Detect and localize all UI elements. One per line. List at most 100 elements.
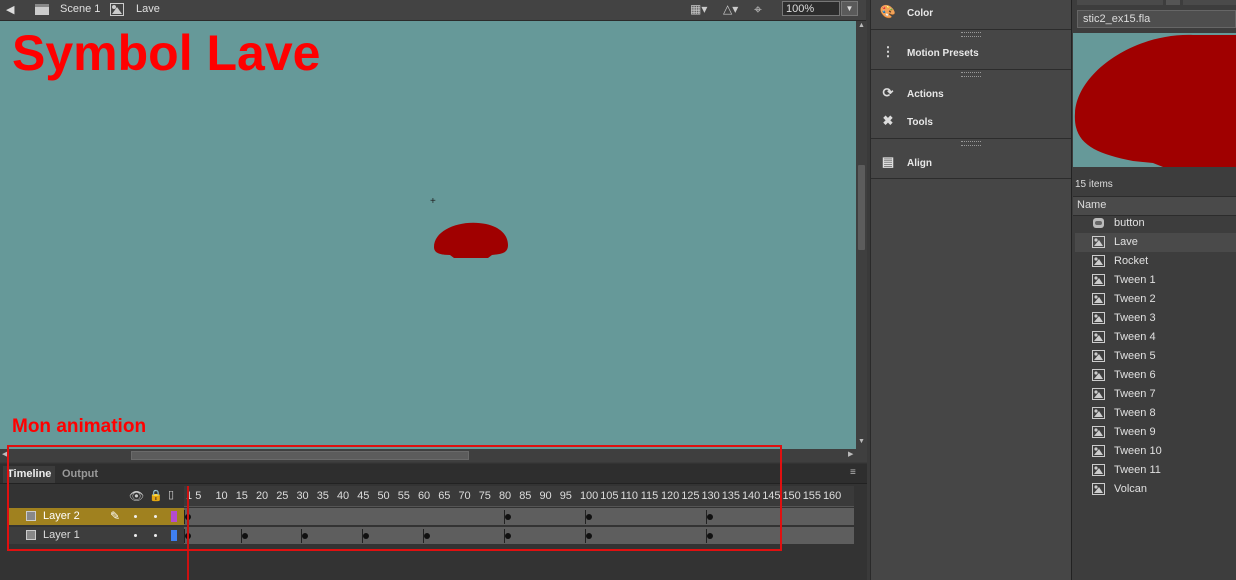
library-item[interactable]: button bbox=[1075, 214, 1236, 233]
lava-shape[interactable] bbox=[428, 217, 512, 263]
graphic-icon bbox=[1092, 426, 1105, 438]
library-column-header[interactable]: Name bbox=[1073, 196, 1236, 216]
library-item-label: Tween 5 bbox=[1114, 350, 1156, 362]
library-item-label: Lave bbox=[1114, 236, 1138, 248]
divider bbox=[871, 69, 1071, 70]
vertical-scroll-thumb[interactable] bbox=[858, 165, 865, 250]
library-item[interactable]: Volcan bbox=[1075, 480, 1236, 499]
graphic-icon bbox=[1092, 255, 1105, 267]
graphic-icon bbox=[1092, 350, 1105, 362]
scene-icon bbox=[35, 4, 49, 15]
library-item-label: Tween 4 bbox=[1114, 331, 1156, 343]
color-panel-label: Color bbox=[907, 8, 934, 19]
library-item-label: Tween 6 bbox=[1114, 369, 1156, 381]
scroll-down-icon[interactable]: ▼ bbox=[858, 438, 865, 445]
align-label: Align bbox=[907, 158, 932, 169]
graphic-icon bbox=[1092, 464, 1105, 476]
zoom-dropdown-icon[interactable]: ▼ bbox=[841, 1, 858, 16]
library-item[interactable]: Tween 9 bbox=[1075, 423, 1236, 442]
library-file-select[interactable]: stic2_ex15.fla bbox=[1077, 10, 1236, 28]
library-item[interactable]: Tween 5 bbox=[1075, 347, 1236, 366]
column-name-label: Name bbox=[1077, 199, 1107, 211]
stage[interactable]: + bbox=[0, 21, 856, 449]
actions-icon: ⟳ bbox=[882, 85, 894, 100]
edit-bar: ◀ Scene 1 Lave ▦▾ △▾ ⌖ 100% ▼ bbox=[0, 0, 866, 21]
graphic-icon bbox=[1092, 312, 1105, 324]
graphic-icon bbox=[1092, 445, 1105, 457]
center-stage-icon[interactable]: ⌖ bbox=[754, 1, 762, 18]
button-icon bbox=[1093, 218, 1104, 228]
align-icon: ▤ bbox=[881, 154, 895, 169]
grip-handle[interactable] bbox=[961, 141, 981, 146]
motion-presets-icon: ⋮ bbox=[881, 44, 895, 59]
registration-point-icon: + bbox=[430, 196, 436, 207]
graphic-icon bbox=[1092, 407, 1105, 419]
tools-button[interactable]: ✖ Tools bbox=[879, 110, 933, 132]
overlay-title: Symbol Lave bbox=[12, 25, 321, 81]
motion-presets-button[interactable]: ⋮ Motion Presets bbox=[879, 41, 979, 63]
ruler-label: 150 bbox=[782, 490, 801, 502]
back-arrow-icon[interactable]: ◀ bbox=[6, 3, 14, 16]
library-item-label: Tween 9 bbox=[1114, 426, 1156, 438]
grip-handle[interactable] bbox=[961, 32, 981, 37]
library-item[interactable]: Tween 3 bbox=[1075, 309, 1236, 328]
library-item-label: Tween 8 bbox=[1114, 407, 1156, 419]
highlight-rectangle bbox=[7, 445, 782, 551]
ruler-label: 155 bbox=[802, 490, 822, 502]
library-item-label: Volcan bbox=[1114, 483, 1148, 495]
graphic-icon bbox=[1092, 369, 1105, 381]
library-item[interactable]: Tween 2 bbox=[1075, 290, 1236, 309]
tools-icon: ✖ bbox=[882, 113, 894, 128]
library-item[interactable]: Rocket bbox=[1075, 252, 1236, 271]
preview-lava-shape bbox=[1074, 34, 1236, 167]
divider bbox=[871, 29, 1071, 30]
grip-handle[interactable] bbox=[961, 72, 981, 77]
library-item[interactable]: Tween 10 bbox=[1075, 442, 1236, 461]
collapsed-panels: 🎨 Color ⋮ Motion Presets ⟳ Actions ✖ Tools ▤… bbox=[870, 0, 1071, 580]
library-item-label: Tween 7 bbox=[1114, 388, 1156, 400]
library-item-label: button bbox=[1114, 217, 1145, 229]
ruler-label: 160 bbox=[822, 490, 842, 502]
library-item-count: 15 items bbox=[1075, 179, 1113, 190]
graphic-icon bbox=[1092, 388, 1105, 400]
tab-properties[interactable] bbox=[1077, 0, 1163, 5]
overlay-label: Mon animation bbox=[12, 416, 147, 437]
library-item-label: Tween 2 bbox=[1114, 293, 1156, 305]
library-item[interactable]: Lave bbox=[1075, 233, 1236, 252]
divider bbox=[871, 178, 1071, 179]
actions-label: Actions bbox=[907, 89, 944, 100]
align-button[interactable]: ▤ Align bbox=[879, 151, 932, 173]
graphic-icon bbox=[1092, 274, 1105, 286]
scene-label[interactable]: Scene 1 bbox=[60, 3, 100, 15]
scroll-right-icon[interactable]: ▶ bbox=[848, 450, 853, 458]
library-item[interactable]: Tween 4 bbox=[1075, 328, 1236, 347]
graphic-icon bbox=[1092, 483, 1105, 495]
clapper-icon[interactable]: ▦▾ bbox=[690, 2, 707, 16]
tab-library[interactable] bbox=[1166, 0, 1180, 5]
tools-label: Tools bbox=[907, 117, 933, 128]
library-item[interactable]: Tween 8 bbox=[1075, 404, 1236, 423]
graphic-icon bbox=[1092, 293, 1105, 305]
library-item-label: Tween 11 bbox=[1114, 464, 1161, 476]
graphic-icon bbox=[1092, 331, 1105, 343]
library-item-label: Rocket bbox=[1114, 255, 1149, 267]
library-item-label: Tween 10 bbox=[1114, 445, 1162, 457]
divider bbox=[871, 138, 1071, 139]
library-item-label: Tween 1 bbox=[1114, 274, 1156, 286]
symbol-label[interactable]: Lave bbox=[136, 3, 160, 15]
color-panel-button[interactable]: 🎨 Color bbox=[879, 1, 933, 23]
library-item[interactable]: Tween 7 bbox=[1075, 385, 1236, 404]
panel-menu-icon[interactable]: ≡ bbox=[850, 467, 856, 478]
symbol-menu-icon[interactable]: △▾ bbox=[723, 2, 738, 16]
tab-extra[interactable] bbox=[1183, 0, 1236, 5]
library-item-label: Tween 3 bbox=[1114, 312, 1156, 324]
scroll-up-icon[interactable]: ▲ bbox=[858, 22, 865, 29]
graphic-symbol-icon bbox=[110, 3, 124, 16]
library-preview bbox=[1073, 33, 1236, 167]
library-item[interactable]: Tween 1 bbox=[1075, 271, 1236, 290]
library-item[interactable]: Tween 11 bbox=[1075, 461, 1236, 480]
zoom-input[interactable]: 100% bbox=[782, 1, 840, 16]
motion-presets-label: Motion Presets bbox=[907, 48, 979, 59]
library-item[interactable]: Tween 6 bbox=[1075, 366, 1236, 385]
actions-button[interactable]: ⟳ Actions bbox=[879, 82, 944, 104]
